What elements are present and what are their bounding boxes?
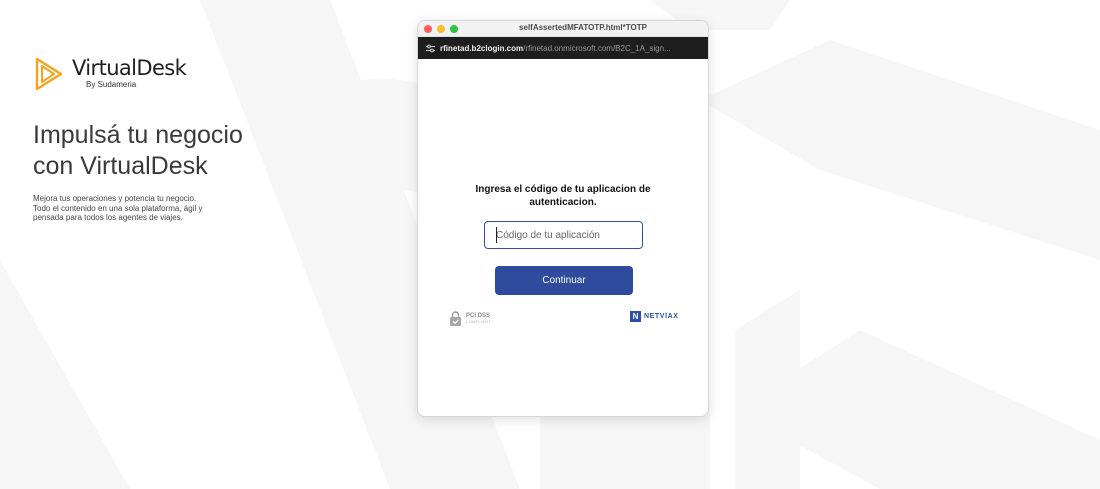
auth-popup-window: selfAssertedMFATOTP.html*TOTP rfinetad.b… — [417, 20, 709, 417]
pci-label: PCI DSS — [466, 313, 491, 319]
virtualdesk-play-logo-icon — [35, 57, 63, 91]
body-line-2: Todo el contenido en una sola plataforma… — [33, 203, 203, 213]
prompt-line-2: autenticacion. — [529, 197, 597, 208]
address-bar[interactable]: rfinetad.b2clogin.com /rfinetad.onmicros… — [418, 37, 708, 59]
pci-sublabel: COMPLIANT — [466, 320, 491, 324]
marketing-body: Mejora tus operaciones y potencia tu neg… — [33, 194, 263, 223]
continue-button[interactable]: Continuar — [495, 266, 633, 295]
auth-content: Ingresa el código de tu aplicacion de au… — [418, 59, 708, 416]
brand-lockup: VirtualDesk By Sudameria — [33, 56, 187, 92]
url-path: /rfinetad.onmicrosoft.com/B2C_1A_sign... — [523, 43, 671, 53]
mfa-prompt: Ingresa el código de tu aplicacion de au… — [458, 183, 668, 209]
body-line-3: pensada para todos los agentes de viajes… — [33, 213, 183, 222]
brand-subtitle: By Sudameria — [86, 80, 137, 89]
padlock-shield-icon — [450, 311, 461, 326]
marketing-headline: Impulsá tu negocio con VirtualDesk — [33, 120, 293, 182]
netviax-logo-icon: N — [630, 311, 641, 322]
pci-dss-badge: PCI DSS COMPLIANT — [449, 311, 491, 327]
url-host: rfinetad.b2clogin.com — [440, 43, 524, 53]
netviax-logo: N NETVIAX — [630, 311, 679, 322]
tune-icon[interactable] — [424, 42, 436, 54]
totp-code-input[interactable] — [484, 221, 643, 249]
headline-line-2: con VirtualDesk — [33, 152, 208, 180]
window-titlebar[interactable]: selfAssertedMFATOTP.html*TOTP — [418, 21, 708, 37]
headline-line-1: Impulsá tu negocio — [33, 121, 243, 149]
netviax-label: NETVIAX — [644, 313, 679, 320]
window-title: selfAssertedMFATOTP.html*TOTP — [519, 23, 647, 32]
body-line-1: Mejora tus operaciones y potencia tu neg… — [33, 194, 197, 203]
text-caret — [496, 227, 497, 243]
brand-name: VirtualDesk — [72, 56, 187, 80]
prompt-line-1: Ingresa el código de tu aplicacion de — [475, 184, 651, 195]
